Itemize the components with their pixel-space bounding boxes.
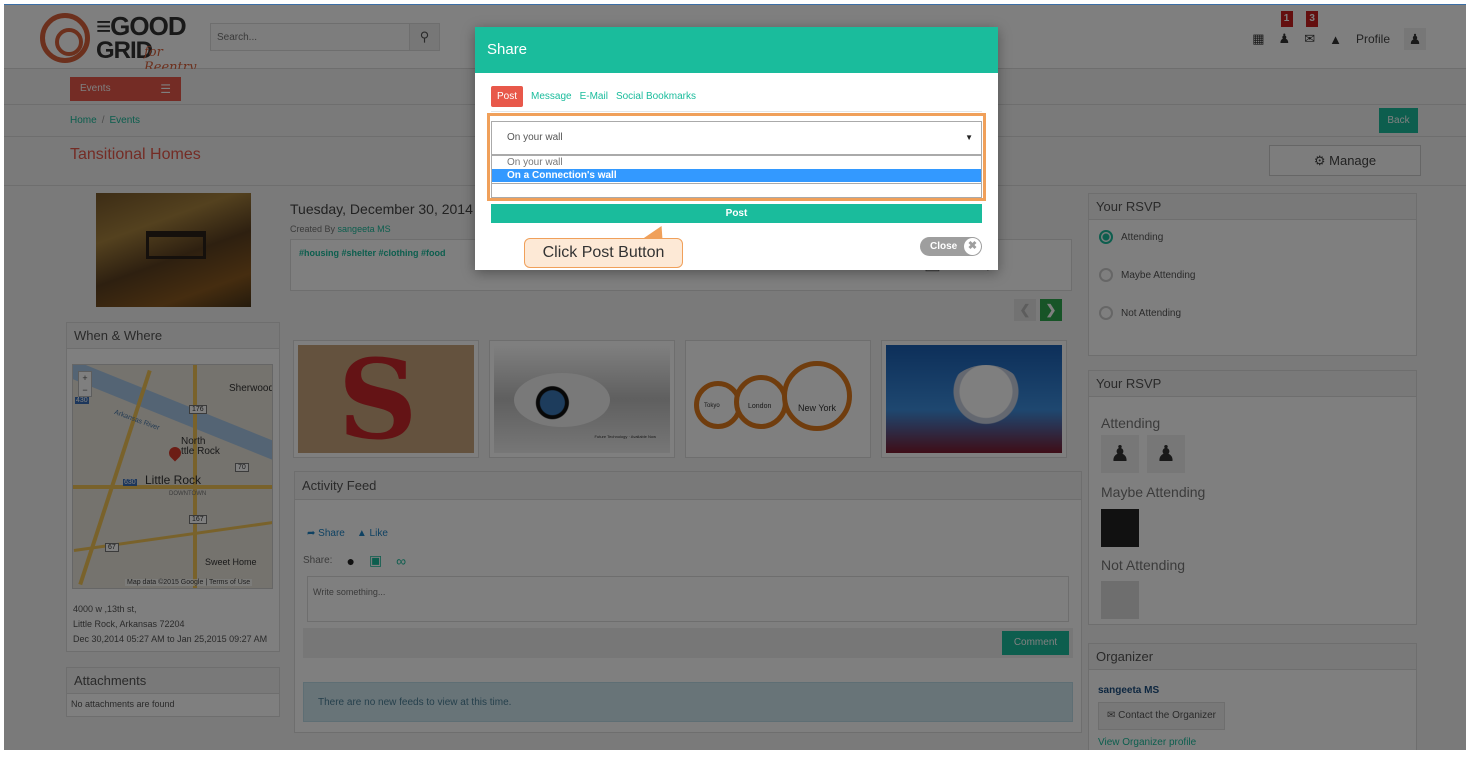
tab-divider xyxy=(491,111,982,112)
tab-email[interactable]: E-Mail xyxy=(580,86,608,107)
close-icon: ✖ xyxy=(964,238,981,255)
share-tabs: Post Message E-Mail Social Bookmarks xyxy=(491,86,696,107)
share-modal: Share Post Message E-Mail Social Bookmar… xyxy=(475,27,998,270)
post-button[interactable]: Post xyxy=(491,204,982,223)
tab-social-bookmarks[interactable]: Social Bookmarks xyxy=(616,86,696,107)
close-label: Close xyxy=(930,241,958,252)
tab-post[interactable]: Post xyxy=(491,86,524,107)
highlight-box xyxy=(487,113,986,201)
close-button[interactable]: Close ✖ xyxy=(920,237,982,256)
instruction-callout: Click Post Button xyxy=(524,238,683,268)
tab-message[interactable]: Message xyxy=(531,86,572,107)
share-modal-title: Share xyxy=(475,27,998,73)
